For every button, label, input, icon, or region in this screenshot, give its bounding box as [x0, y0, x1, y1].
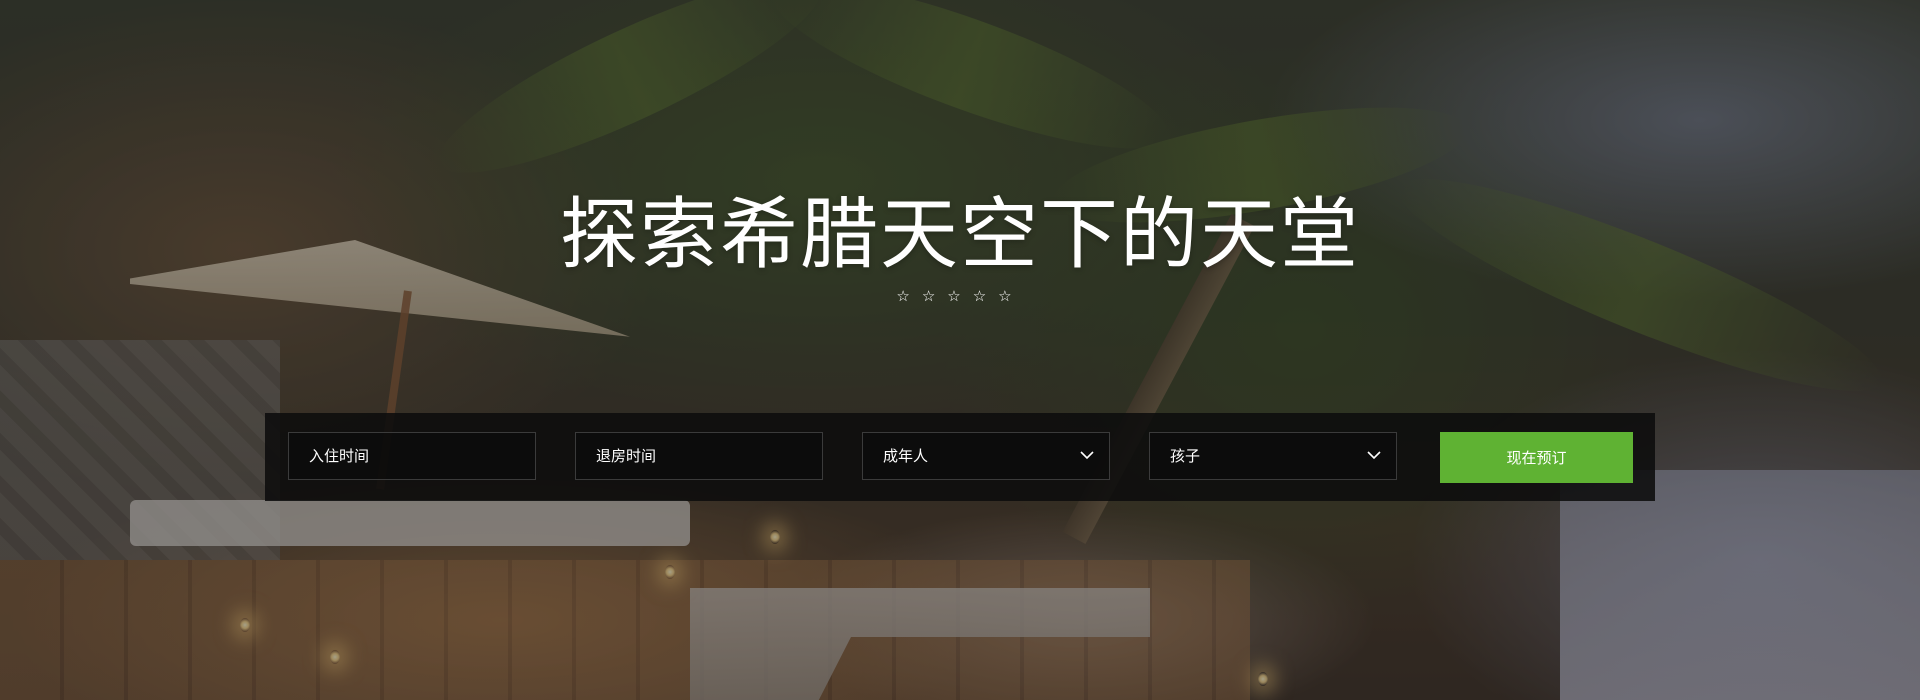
chevron-down-icon [1080, 451, 1094, 460]
check-in-field[interactable]: 入住时间 [288, 432, 536, 480]
adults-label: 成年人 [883, 447, 929, 465]
booking-form: 入住时间 退房时间 成年人 孩子 现在预订 [265, 413, 1655, 501]
children-select[interactable]: 孩子 [1149, 432, 1397, 480]
adults-select[interactable]: 成年人 [862, 432, 1110, 480]
hero-headline: 探索希腊天空下的天堂 [559, 190, 1360, 280]
check-out-label: 退房时间 [596, 447, 657, 465]
image-overlay [0, 0, 1920, 700]
check-in-label: 入住时间 [309, 447, 370, 465]
hero-banner: 探索希腊天空下的天堂 ☆☆☆☆☆ 入住时间 退房时间 成年人 孩子 现在预订 [0, 0, 1920, 700]
check-out-field[interactable]: 退房时间 [575, 432, 823, 480]
chevron-down-icon [1367, 451, 1381, 460]
rating-stars: ☆☆☆☆☆ [896, 287, 1024, 305]
book-now-button[interactable]: 现在预订 [1440, 432, 1633, 483]
children-label: 孩子 [1170, 447, 1201, 465]
